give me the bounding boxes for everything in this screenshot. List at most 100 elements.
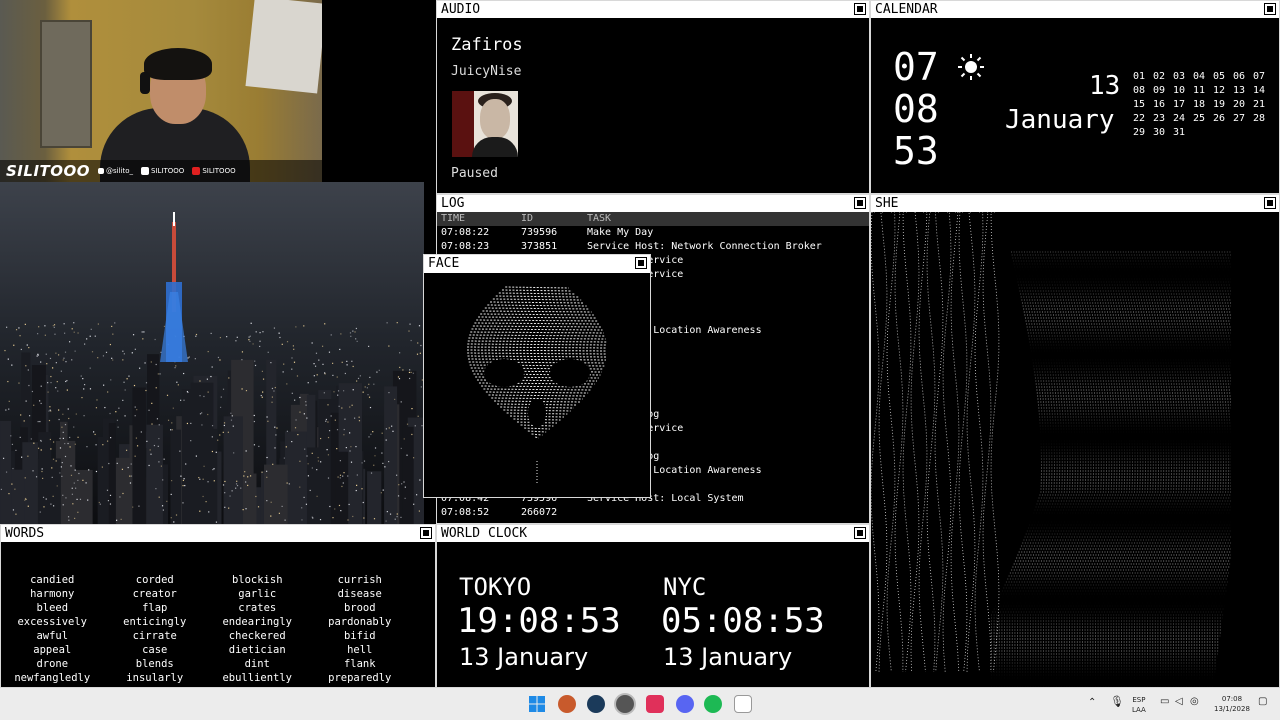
words-grid: candied corded blockish currish harmony creat… [1,573,411,685]
start-icon[interactable] [528,695,546,713]
tiktok-icon[interactable] [646,695,664,713]
word-item: currish [337,574,382,586]
tokyo-night-skyline [0,182,424,524]
display-icon[interactable]: ▭ [1160,697,1169,707]
network-icon[interactable]: ◎ [1190,697,1199,707]
panel-toggle-icon[interactable] [854,527,866,539]
steam-icon[interactable] [587,695,605,713]
panel-toggle-icon[interactable] [1264,197,1276,209]
album-art-shirt [472,137,518,157]
panel-toggle-icon[interactable] [635,257,647,269]
taskbar-time: 07:08 [1221,695,1243,703]
clock-hour: 07 [893,45,939,89]
calendar-day-cell: 21 [1253,99,1266,110]
word-item: endearingly [222,616,293,628]
word-item: insularly [126,672,184,684]
streamer-brand: SILITOOO [6,162,91,180]
calendar-panel: CALENDAR 07 08 53 13 January 01 02 03 04 05 0… [870,0,1280,194]
word-item: dietician [228,644,286,656]
notification-icon[interactable]: ▢ [1258,697,1267,707]
x-icon [98,168,105,174]
webcam-person-hair [144,48,212,80]
word-item: ebulliently [222,672,293,684]
log-col-time: TIME [441,213,466,224]
album-art-face [480,99,510,139]
calendar-day-cell: 09 [1153,85,1166,96]
calendar-day-cell: 02 [1153,71,1166,82]
she-dot-portrait [871,211,1231,687]
calendar-month: January [1005,105,1115,135]
calendar-day-cell: 15 [1133,99,1146,110]
chrome-icon[interactable] [558,695,576,713]
windows-taskbar: ⌃ 🎙 ESP LAA ▭ ◁ ◎ 07:08 13/1/2028 ▢ [0,688,1280,720]
volume-icon[interactable]: ◁ [1175,697,1183,707]
word-item: drone [36,658,69,670]
she-panel: SHE [870,194,1280,688]
word-item: case [142,644,168,656]
she-panel-title: SHE [875,196,899,211]
chevron-up-icon[interactable]: ⌃ [1088,698,1096,708]
calendar-day-cell: 27 [1233,113,1246,124]
calendar-day-cell: 08 [1133,85,1146,96]
spotify-icon[interactable] [704,695,722,713]
album-art-stripe [452,91,474,157]
calendar-day-cell: 28 [1253,113,1266,124]
word-item: cirrate [132,630,177,642]
word-item: awful [36,630,69,642]
calendar-day-cell: 17 [1173,99,1186,110]
audio-panel: AUDIO Zafiros JuicyNise Paused [436,0,870,194]
word-item: flap [142,602,168,614]
keyboard-layout: LAA [1132,706,1146,714]
panel-toggle-icon[interactable] [1264,3,1276,15]
word-item: garlic [238,588,277,600]
calendar-day-cell: 25 [1193,113,1206,124]
track-artist: JuicyNise [451,64,522,79]
log-cell-time: 07:08:23 [441,241,490,252]
track-title: Zafiros [451,35,523,55]
word-item: flank [343,658,376,670]
word-item: creator [132,588,177,600]
webcam-door [40,20,92,148]
webcam-social-bar: SILITOOO @silito_ SILITOOO SILITOOO [0,160,322,182]
face-panel-header: FACE [424,255,650,273]
log-panel-title: LOG [441,196,465,211]
panel-toggle-icon[interactable] [854,3,866,15]
world-clock-panel-header: WORLD CLOCK [437,525,869,542]
log-column-headers: TIME ID TASK [437,212,869,226]
microphone-icon[interactable]: 🎙 [1110,696,1124,707]
word-item: candied [30,574,75,586]
city-wallpaper [0,182,424,524]
log-cell-time: 07:08:22 [441,227,490,238]
language-indicator[interactable]: ESP LAA [1132,695,1146,715]
panel-toggle-icon[interactable] [854,197,866,209]
word-item: crates [238,602,277,614]
panel-toggle-icon[interactable] [420,527,432,539]
log-cell-task: Service Host: Network Connection Broker [587,241,822,252]
taskbar-clock[interactable]: 07:08 13/1/2028 [1214,694,1250,714]
social-youtube: SILITOOO [192,167,236,175]
clock-minute: 08 [893,87,939,131]
calendar-day-cell: 29 [1133,127,1146,138]
webcam-overlay: SILITOOO @silito_ SILITOOO SILITOOO [0,0,322,182]
calendar-day-cell: 16 [1153,99,1166,110]
word-item: disease [337,588,382,600]
word-item: excessively [17,616,88,628]
calendar-day-cell: 23 [1153,113,1166,124]
notes-icon[interactable] [734,695,752,713]
world-clock-panel: WORLD CLOCK TOKYO 19:08:53 13 January NY… [436,524,870,688]
calendar-days-grid: 01 02 03 04 05 06 07 08 09 10 11 12 13 14 15 16 17 18 19 20… [1133,70,1273,139]
log-cell-time: 07:08:52 [441,507,490,518]
words-panel-header: WORDS [1,525,435,542]
webcam-poster [245,0,322,94]
word-item: enticingly [123,616,187,628]
tokyo-date: 13 January [459,643,589,671]
word-item: corded [135,574,174,586]
calendar-day-cell: 20 [1233,99,1246,110]
obs-icon[interactable] [616,695,634,713]
discord-icon[interactable] [676,695,694,713]
social-tiktok: SILITOOO [141,167,184,175]
face-panel-title: FACE [428,256,460,271]
headset-icon [140,72,150,94]
log-cell-id: 739596 [521,227,558,238]
word-item: harmony [30,588,75,600]
